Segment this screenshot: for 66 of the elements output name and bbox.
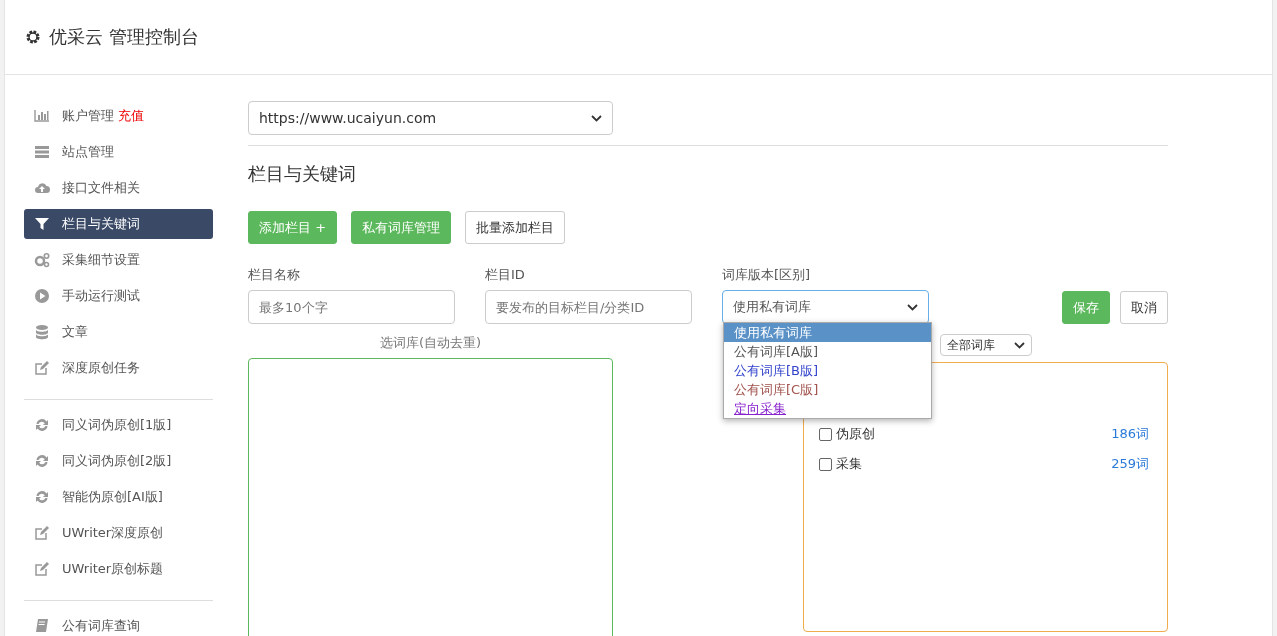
sidebar-item[interactable]: 深度原创任务 (24, 353, 213, 383)
chart-icon (34, 108, 50, 124)
sidebar-label: 接口文件相关 (62, 179, 140, 197)
caret-icon (591, 114, 602, 122)
sidebar-item[interactable]: 公有词库查询 (24, 611, 213, 636)
sidebar-label: 智能伪原创[AI版] (62, 488, 163, 506)
dropdown-option[interactable]: 公有词库[A版] (724, 342, 931, 361)
sidebar-label: 文章 (62, 323, 88, 341)
edit-icon (34, 360, 50, 376)
sidebar-item[interactable]: 接口文件相关 (24, 173, 213, 203)
sidebar-item[interactable]: 同义词伪原创[2版] (24, 446, 213, 476)
sidebar-label: 站点管理 (62, 143, 114, 161)
sidebar-label: UWriter深度原创 (62, 524, 164, 542)
caret-icon (907, 303, 918, 311)
database-icon (34, 324, 50, 340)
sidebar-item[interactable]: UWriter深度原创 (24, 518, 213, 548)
input-field[interactable]: 要发布的目标栏目/分类ID (485, 290, 692, 324)
server-icon (34, 144, 50, 160)
sidebar-label: 账户管理 (62, 107, 114, 125)
sidebar-label: 深度原创任务 (62, 359, 140, 377)
sidebar-item[interactable]: 同义词伪原创[1版] (24, 410, 213, 440)
sidebar-item[interactable]: 采集细节设置 (24, 245, 213, 275)
site-select[interactable]: https://www.ucaiyun.com (248, 101, 613, 135)
caret-icon (1014, 341, 1025, 349)
sidebar-label: 同义词伪原创[2版] (62, 452, 172, 470)
library-select[interactable]: 使用私有词库 (722, 290, 929, 324)
section-title: 栏目与关键词 (248, 162, 357, 186)
refresh-icon (34, 489, 50, 505)
dropdown-option[interactable]: 定向采集 (724, 399, 931, 418)
play-icon (34, 288, 50, 304)
edit-icon (34, 525, 50, 541)
cancel-button[interactable]: 取消 (1120, 291, 1168, 324)
cloud-upload-icon (34, 180, 50, 196)
field-label: 栏目名称 (248, 266, 301, 284)
sidebar-label: 栏目与关键词 (62, 215, 140, 233)
filter-icon (34, 216, 50, 232)
dropdown-option[interactable]: 公有词库[B版] (724, 361, 931, 380)
dropdown-option[interactable]: 公有词库[C版] (724, 380, 931, 399)
sidebar-item[interactable]: 栏目与关键词 (24, 209, 213, 239)
refresh-icon (34, 453, 50, 469)
sidebar-label: UWriter原创标题 (62, 560, 164, 578)
settings-icon (25, 29, 41, 45)
sidebar-item[interactable]: 手动运行测试 (24, 281, 213, 311)
input-field[interactable]: 最多10个字 (248, 290, 455, 324)
console-title: 优采云 管理控制台 (49, 25, 199, 49)
sidebar-label: 公有词库查询 (62, 617, 140, 635)
field-label: 词库版本[区别] (722, 266, 812, 284)
sidebar-item[interactable]: 智能伪原创[AI版] (24, 482, 213, 512)
box-title: 选词库(自动去重) (379, 334, 482, 352)
library-checkbox[interactable]: 采集 (819, 455, 862, 473)
sidebar-label: 手动运行测试 (62, 287, 140, 305)
library-checkbox[interactable]: 伪原创 (819, 425, 875, 443)
recharge-link[interactable]: 充值 (118, 107, 144, 125)
refresh-icon (34, 417, 50, 433)
sidebar-item[interactable]: UWriter原创标题 (24, 554, 213, 584)
word-count: 186词 (1111, 425, 1149, 443)
sidebar-item[interactable]: 站点管理 (24, 137, 213, 167)
sidebar-item[interactable]: 账户管理 充值 (24, 101, 213, 131)
sidebar-label: 同义词伪原创[1版] (62, 416, 172, 434)
edit-icon (34, 561, 50, 577)
field-label: 栏目ID (485, 266, 526, 284)
sidebar-item[interactable]: 文章 (24, 317, 213, 347)
word-count: 259词 (1111, 455, 1149, 473)
action-button[interactable]: 批量添加栏目 (465, 211, 566, 244)
sidebar-label: 采集细节设置 (62, 251, 140, 269)
filter-select[interactable]: 全部词库 (940, 334, 1032, 356)
